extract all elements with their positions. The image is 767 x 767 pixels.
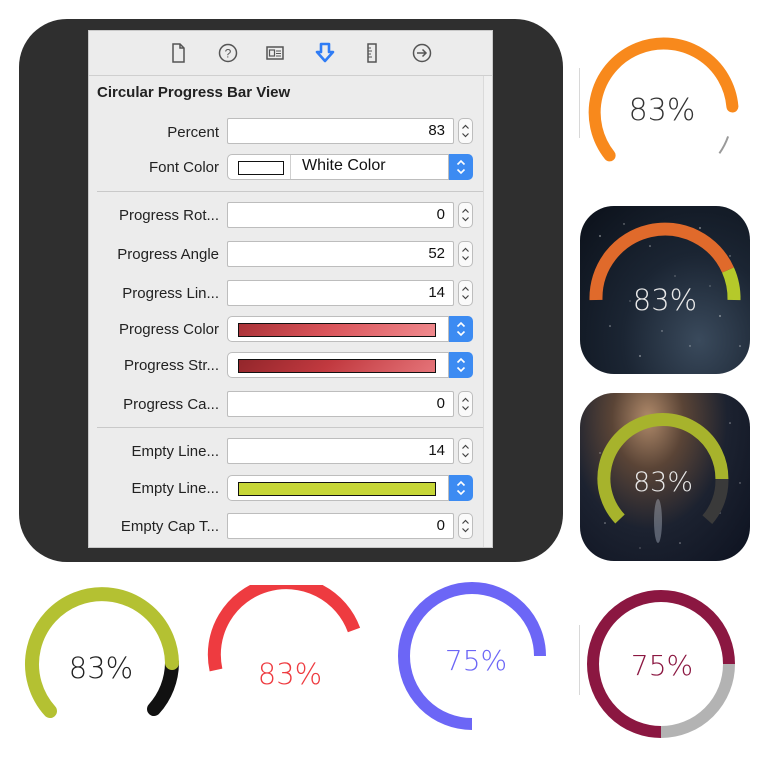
progress-track (147, 656, 179, 716)
space-tile-2: 83% (580, 393, 750, 561)
inspector-scrollbar[interactable] (483, 76, 492, 547)
progress-color-label: Progress Color (118, 321, 219, 338)
file-icon[interactable] (166, 41, 190, 65)
percent-field[interactable]: 83 (227, 118, 454, 144)
connections-icon[interactable] (410, 41, 434, 65)
percent-stepper[interactable] (458, 118, 473, 144)
space-tile-1-graphic: 83% (589, 222, 741, 357)
progress-percent-text: 83% (69, 651, 133, 685)
progress-view-orange: 83% (588, 37, 739, 162)
identity-icon[interactable] (263, 41, 287, 65)
progress-angle-label: Progress Angle (117, 246, 219, 263)
progress-track (718, 136, 730, 154)
progress-line-width-field[interactable]: 14 (227, 280, 454, 306)
space-tile-2-graphic: 83% (597, 413, 741, 549)
progress-percent-text: 75% (445, 644, 507, 677)
progress-percent-text: 83% (258, 657, 322, 691)
svg-text:?: ? (225, 47, 232, 61)
progress-stroke-color-label: Progress Str... (123, 357, 219, 374)
attributes-inspector: ? Circular Progress Bar View Percent 83 … (88, 30, 493, 548)
progress-stroke-color-popup-button[interactable] (449, 352, 473, 378)
space-tile-1: 83% (580, 206, 750, 374)
font-color-popup[interactable]: White Color (227, 154, 449, 180)
empty-line-width-label: Empty Line... (131, 443, 219, 460)
empty-line-color-popup[interactable] (227, 475, 449, 501)
progress-rotation-label: Progress Rot... (118, 207, 219, 224)
divider (97, 427, 487, 428)
font-color-name: White Color (302, 157, 386, 174)
progress-percent-text: 83% (633, 467, 693, 498)
progress-view-maroon: 75% (587, 590, 735, 738)
progress-color-popup[interactable] (227, 316, 449, 342)
progress-color-swatch (238, 323, 436, 337)
progress-line-width-stepper[interactable] (458, 280, 473, 306)
size-ruler-icon[interactable] (360, 41, 384, 65)
inspector-toolbar: ? (89, 31, 492, 76)
font-color-popup-button[interactable] (449, 154, 473, 180)
empty-line-color-popup-button[interactable] (449, 475, 473, 501)
progress-cap-type-field[interactable]: 0 (227, 391, 454, 417)
progress-stroke-color-swatch (238, 359, 436, 373)
progress-view-red: 83% (207, 585, 361, 691)
empty-line-color-label: Empty Line... (131, 480, 219, 497)
progress-angle-stepper[interactable] (458, 241, 473, 267)
progress-track (721, 267, 741, 301)
progress-percent-text: 75% (631, 649, 693, 682)
empty-line-width-field[interactable]: 14 (227, 438, 454, 464)
progress-line-width-label: Progress Lin... (122, 285, 219, 302)
attributes-icon[interactable] (313, 41, 337, 65)
progress-percent-text: 83% (629, 93, 696, 128)
percent-label: Percent (167, 124, 219, 141)
progress-percent-text: 83% (633, 283, 697, 317)
divider (97, 191, 487, 192)
separator-line (579, 625, 580, 695)
font-color-label: Font Color (148, 159, 219, 176)
progress-rotation-field[interactable]: 0 (227, 202, 454, 228)
progress-cap-type-label: Progress Ca... (123, 396, 219, 413)
progress-angle-field[interactable]: 52 (227, 241, 454, 267)
separator-line (579, 68, 580, 138)
font-color-swatch (238, 161, 284, 175)
empty-cap-type-stepper[interactable] (458, 513, 473, 539)
empty-cap-type-field[interactable]: 0 (227, 513, 454, 539)
empty-cap-type-label: Empty Cap T... (120, 518, 219, 535)
empty-line-width-stepper[interactable] (458, 438, 473, 464)
help-icon[interactable]: ? (216, 41, 240, 65)
progress-cap-type-stepper[interactable] (458, 391, 473, 417)
empty-line-color-swatch (238, 482, 436, 496)
progress-track (702, 478, 729, 524)
progress-view-lime: 83% (25, 587, 179, 718)
progress-stroke-color-popup[interactable] (227, 352, 449, 378)
progress-view-purple: 75% (398, 582, 546, 730)
progress-rotation-stepper[interactable] (458, 202, 473, 228)
progress-color-popup-button[interactable] (449, 316, 473, 342)
section-title: Circular Progress Bar View (97, 84, 291, 101)
